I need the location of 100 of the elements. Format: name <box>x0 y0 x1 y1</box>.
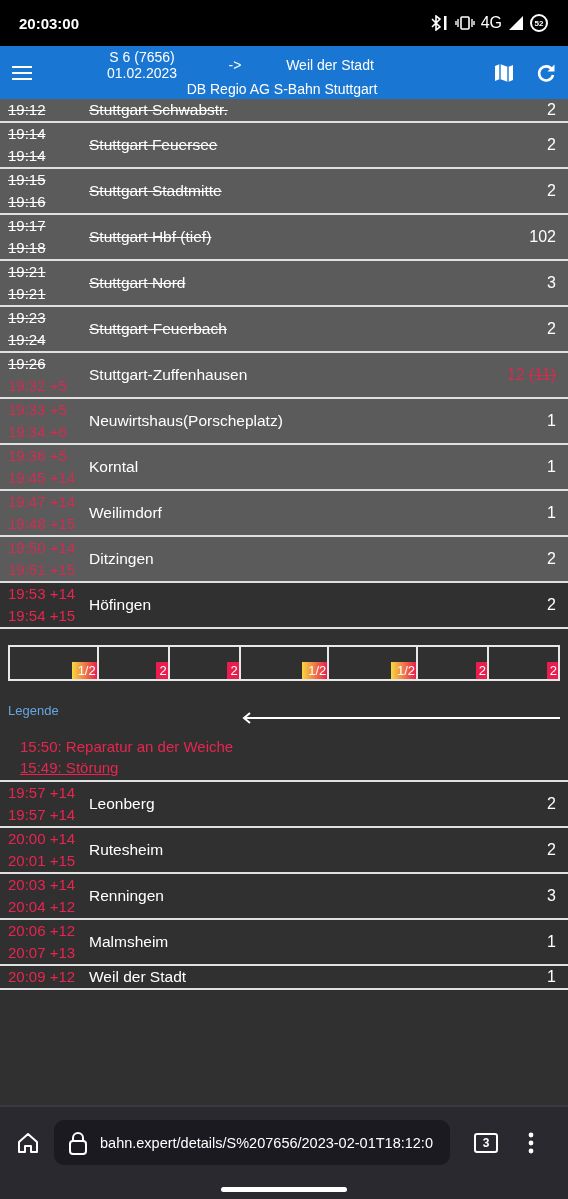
planned-platform: (11) <box>528 366 556 384</box>
stop-time: 19:24 <box>8 330 47 350</box>
direction-arrow: -> <box>227 56 243 73</box>
stop-time: 19:53 +14 <box>8 584 77 604</box>
stop-time: 19:54 +15 <box>8 606 77 626</box>
station-name: Rutesheim <box>89 841 165 859</box>
stop-time: 19:34 +6 <box>8 422 68 442</box>
platform-number: 1 <box>547 412 556 430</box>
stop-time: 19:21 <box>8 284 47 304</box>
stop-time: 19:45 +14 <box>8 468 77 488</box>
stop-time: 19:50 +14 <box>8 538 77 558</box>
platform-number: 2 <box>547 136 556 154</box>
legend-link[interactable]: Legende <box>8 702 59 718</box>
stop-time: 19:48 +15 <box>8 514 77 534</box>
stop-time: 20:01 +15 <box>8 851 77 871</box>
stop-time: 19:51 +15 <box>8 560 77 580</box>
stop-time: 20:04 +12 <box>8 897 77 917</box>
url-text: bahn.expert/details/S%207656/2023-02-01T18:12:0 <box>100 1134 433 1151</box>
signal-icon <box>508 15 524 31</box>
stop-time: 20:06 +12 <box>8 921 77 941</box>
destination-name: Weil der Stadt <box>285 56 375 73</box>
platform-number: 2 <box>547 550 556 568</box>
address-bar[interactable]: bahn.expert/details/S%207656/2023-02-01T18:12:0 <box>54 1120 450 1165</box>
stop-time: 19:18 <box>8 238 47 258</box>
more-icon[interactable] <box>528 1131 534 1154</box>
stop-time: 19:47 +14 <box>8 492 77 512</box>
station-name: Ditzingen <box>89 550 155 568</box>
network-type: 4G <box>480 14 502 32</box>
lock-icon <box>68 1130 88 1155</box>
platform-number: 1 <box>547 933 556 951</box>
platform-number: 1 <box>547 458 556 476</box>
station-name: Weilimdorf <box>89 504 163 522</box>
platform-number: 2 <box>547 795 556 813</box>
stop-time: 19:57 +14 <box>8 805 77 825</box>
clock-time: 20:03:00 <box>19 14 80 32</box>
battery-level: 52 <box>530 14 548 32</box>
disruption-message: 15:50: Reparatur an der Weiche <box>20 737 234 757</box>
stop-time: 19:16 <box>8 192 47 212</box>
wagon-class: 1/2 <box>302 662 328 679</box>
bluetooth-icon <box>428 15 449 31</box>
platform-number: 1 <box>547 504 556 522</box>
platform-number: 1 <box>547 968 556 986</box>
stop-time: 20:03 +14 <box>8 875 77 895</box>
platform-number: 2 <box>547 101 556 119</box>
platform-number: 102 <box>529 228 556 246</box>
stop-row[interactable]: 19:26 19:32 +5 Stuttgart-Zuffenhausen 12 (11) <box>0 353 568 399</box>
vibrate-icon <box>454 15 475 31</box>
stop-time: 19:15 <box>8 170 47 190</box>
stop-row[interactable]: 19:12 Stuttgart Schwabstr. 2 <box>0 99 568 123</box>
stop-row[interactable]: 19:17 19:18 Stuttgart Hbf (tief) 102 <box>0 215 568 261</box>
platform-number: 2 <box>547 320 556 338</box>
wagon-class: 2 <box>475 662 487 679</box>
wagon-class: 2 <box>227 662 239 679</box>
home-icon[interactable] <box>16 1130 40 1155</box>
station-name: Stuttgart-Zuffenhausen <box>89 366 249 384</box>
stop-time: 19:32 +5 <box>8 376 68 396</box>
platform-number: 12 <box>506 366 525 384</box>
stop-row[interactable]: 19:23 19:24 Stuttgart-Feuerbach 2 <box>0 307 568 353</box>
wagon-class: 1/2 <box>71 662 97 679</box>
stop-time: 19:14 <box>8 146 47 166</box>
station-name: Renningen <box>89 887 165 905</box>
operator-name: DB Regio AG S-Bahn Stuttgart <box>186 80 378 97</box>
stop-time: 20:09 +12 <box>8 967 77 987</box>
platform-number: 3 <box>547 887 556 905</box>
station-name: Stuttgart Hbf (tief) <box>89 228 213 246</box>
train-date: 01.02.2023 <box>106 64 178 81</box>
stop-row[interactable]: 19:14 19:14 Stuttgart Feuersee 2 <box>0 123 568 169</box>
map-icon[interactable] <box>494 62 514 83</box>
station-name: Stuttgart Schwabstr. <box>89 101 229 119</box>
station-name: Stuttgart Stadtmitte <box>89 182 223 200</box>
stop-time: 19:57 +14 <box>8 783 77 803</box>
tab-count-button[interactable]: 3 <box>474 1132 498 1153</box>
wagon-class: 2 <box>156 662 168 679</box>
wagon-class: 1/2 <box>390 662 417 679</box>
station-name: Leonberg <box>89 795 156 813</box>
platform-number: 2 <box>547 182 556 200</box>
station-name: Malmsheim <box>89 933 170 951</box>
station-name: Stuttgart-Feuerbach <box>89 320 228 338</box>
stop-time: 19:12 <box>8 100 47 120</box>
station-name: Weil der Stadt <box>89 968 188 986</box>
stop-time: 19:17 <box>8 216 47 236</box>
station-name: Neuwirtshaus(Porscheplatz) <box>89 412 284 430</box>
station-name: Stuttgart Nord <box>89 274 187 292</box>
train-number: S 6 (7656) <box>109 48 175 65</box>
menu-icon[interactable] <box>12 64 32 81</box>
stop-row[interactable]: 19:15 19:16 Stuttgart Stadtmitte 2 <box>0 169 568 215</box>
wagon-class: 2 <box>546 662 558 679</box>
stop-row[interactable]: 19:21 19:21 Stuttgart Nord 3 <box>0 261 568 307</box>
refresh-icon[interactable] <box>536 62 556 83</box>
station-name: Korntal <box>89 458 140 476</box>
stop-time: 19:26 <box>8 354 47 374</box>
platform-number: 3 <box>547 274 556 292</box>
stop-time: 19:33 +5 <box>8 400 68 420</box>
platform-number: 2 <box>547 841 556 859</box>
stop-row[interactable]: 19:33 +5 19:34 +6 Neuwirtshaus(Porscheplatz) 1 <box>0 399 568 445</box>
stop-time: 20:00 +14 <box>8 829 77 849</box>
station-name: Höfingen <box>89 596 153 614</box>
stop-time: 19:36 +5 <box>8 446 68 466</box>
stop-time: 19:14 <box>8 124 47 144</box>
stop-time: 19:23 <box>8 308 47 328</box>
